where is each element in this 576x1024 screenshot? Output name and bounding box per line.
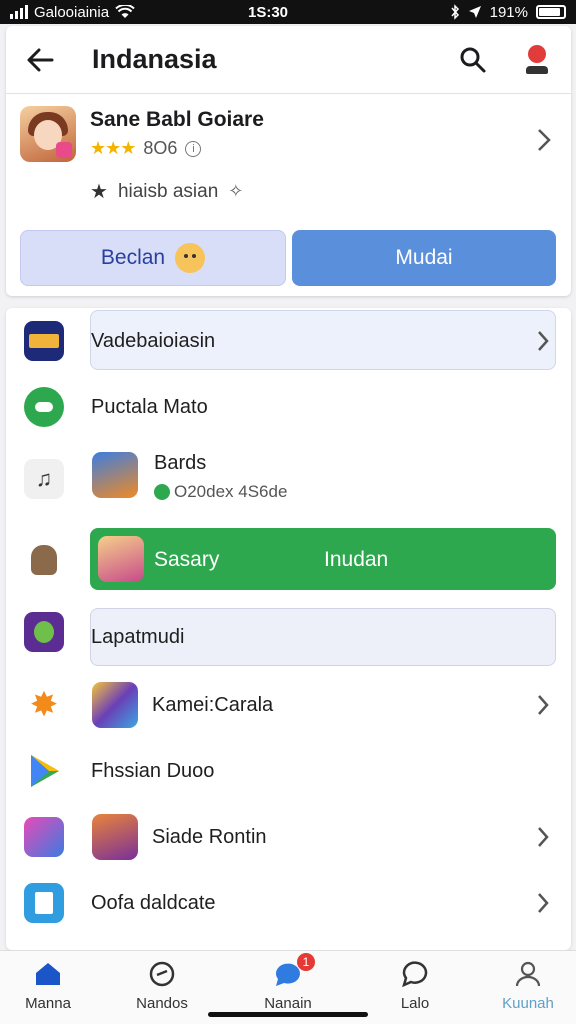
gamepad-icon	[147, 959, 177, 989]
play-store-icon	[24, 751, 64, 791]
home-icon	[33, 959, 63, 989]
app-name: Sane Babl Goiare	[90, 108, 264, 131]
star-icon: ★	[90, 181, 108, 203]
back-arrow-icon	[27, 48, 54, 71]
status-bar: Galooiainia 1S:30 191%	[0, 0, 576, 24]
person-icon	[513, 959, 543, 989]
app-summary[interactable]: Sane Babl Goiare ★★★ 8O6 i ★ hiaisb asia…	[6, 94, 571, 214]
list-item[interactable]: Vadebaioiasin	[6, 308, 571, 374]
list-item[interactable]: ✸ Kamei:Carala	[6, 672, 571, 738]
app-detail-card: Indanasia Sane Babl Goiare ★★★ 8O6 i ★ h…	[6, 26, 571, 296]
primary-action-label: Mudai	[395, 246, 453, 269]
list-item-label: Lapatmudi	[91, 626, 185, 648]
nav-item-home[interactable]: Manna	[0, 959, 98, 1012]
primary-action-button[interactable]: Mudai	[292, 230, 556, 286]
gradient-app-icon	[24, 817, 64, 857]
flame-star-icon: ✸	[29, 686, 59, 724]
game-thumbnail-icon	[98, 536, 144, 582]
game-thumbnail-icon	[92, 814, 138, 860]
info-icon[interactable]: i	[185, 140, 202, 157]
list-item[interactable]: Puctala Mato	[6, 374, 571, 440]
battery-percent: 191%	[489, 3, 528, 21]
top-app-bar: Indanasia	[6, 26, 571, 94]
game-thumbnail-icon	[92, 452, 138, 498]
list-item[interactable]: ♫ Bards O20dex 4S6de	[6, 446, 571, 520]
carrier-name: Galooiainia	[34, 3, 110, 21]
back-button[interactable]	[24, 44, 56, 76]
nav-label: Nandos	[136, 995, 188, 1012]
alien-game-icon	[24, 612, 64, 652]
rating-count: 8O6	[143, 138, 178, 158]
banner-left-label: Sasary	[154, 548, 220, 571]
nav-label: Nanain	[264, 995, 312, 1012]
profile-avatar[interactable]	[519, 42, 555, 78]
app-list: Vadebaioiasin Puctala Mato ♫ Bards O20de…	[6, 308, 571, 950]
wifi-icon	[115, 5, 135, 18]
nav-item-profile[interactable]: Kuunah	[478, 959, 576, 1012]
character-icon	[24, 540, 64, 580]
nav-label: Manna	[25, 995, 71, 1012]
list-item-label: Fhssian Duoo	[91, 760, 215, 782]
search-icon	[460, 47, 486, 72]
chat-bubble-icon: 1	[273, 953, 315, 989]
app-icon	[20, 106, 76, 162]
rating-stars-icon: ★★★	[90, 138, 136, 158]
list-item-label: Oofa daldcate	[91, 892, 216, 914]
nav-item-center[interactable]: 1 Nanain	[238, 953, 338, 1012]
nav-item-messages[interactable]: Lalo	[365, 959, 465, 1012]
bluetooth-icon	[451, 4, 459, 20]
list-item-label: Kamei:Carala	[152, 694, 274, 716]
chevron-right-icon	[538, 695, 549, 715]
list-item-subtitle: O20dex 4S6de	[174, 482, 288, 501]
nav-label: Kuunah	[502, 995, 554, 1012]
status-dot-icon	[154, 484, 170, 500]
battery-icon	[536, 5, 566, 19]
list-item-label: Siade Rontin	[152, 826, 267, 848]
list-item[interactable]: Oofa daldcate	[6, 870, 571, 936]
list-item[interactable]: Sasary Inudan	[6, 524, 571, 596]
notification-badge: 1	[297, 953, 315, 971]
game-logo-icon	[24, 321, 64, 361]
chevron-right-icon	[538, 331, 549, 351]
search-button[interactable]	[453, 40, 493, 80]
sparkle-icon: ✧	[228, 181, 244, 201]
list-item[interactable]: Fhssian Duoo	[6, 738, 571, 804]
secondary-action-label: Beclan	[100, 246, 166, 269]
nav-label: Lalo	[400, 995, 430, 1012]
page-title: Indanasia	[92, 44, 217, 74]
status-time: 1S:30	[247, 3, 289, 21]
banner-right-label: Inudan	[324, 548, 389, 571]
chevron-right-icon	[538, 129, 551, 151]
location-icon	[468, 6, 481, 18]
chevron-right-icon	[538, 893, 549, 913]
list-item[interactable]: Siade Rontin	[6, 804, 571, 870]
chevron-right-icon	[538, 827, 549, 847]
list-item[interactable]: Lapatmudi	[6, 604, 571, 672]
list-item-title: Bards	[154, 452, 207, 474]
document-app-icon	[24, 883, 64, 923]
emoji-face-icon	[175, 243, 206, 273]
home-indicator[interactable]	[208, 1012, 368, 1017]
secondary-action-button[interactable]: Beclan	[20, 230, 286, 286]
message-icon	[400, 959, 430, 989]
game-thumbnail-icon	[92, 682, 138, 728]
nav-item-games[interactable]: Nandos	[112, 959, 212, 1012]
list-item-label: Puctala Mato	[91, 396, 208, 418]
signal-icon	[10, 5, 28, 19]
list-item-label: Vadebaioiasin	[91, 330, 216, 352]
app-tag: hiaisb asian	[117, 180, 219, 202]
green-creature-icon	[24, 387, 64, 427]
music-note-icon: ♫	[24, 459, 64, 499]
